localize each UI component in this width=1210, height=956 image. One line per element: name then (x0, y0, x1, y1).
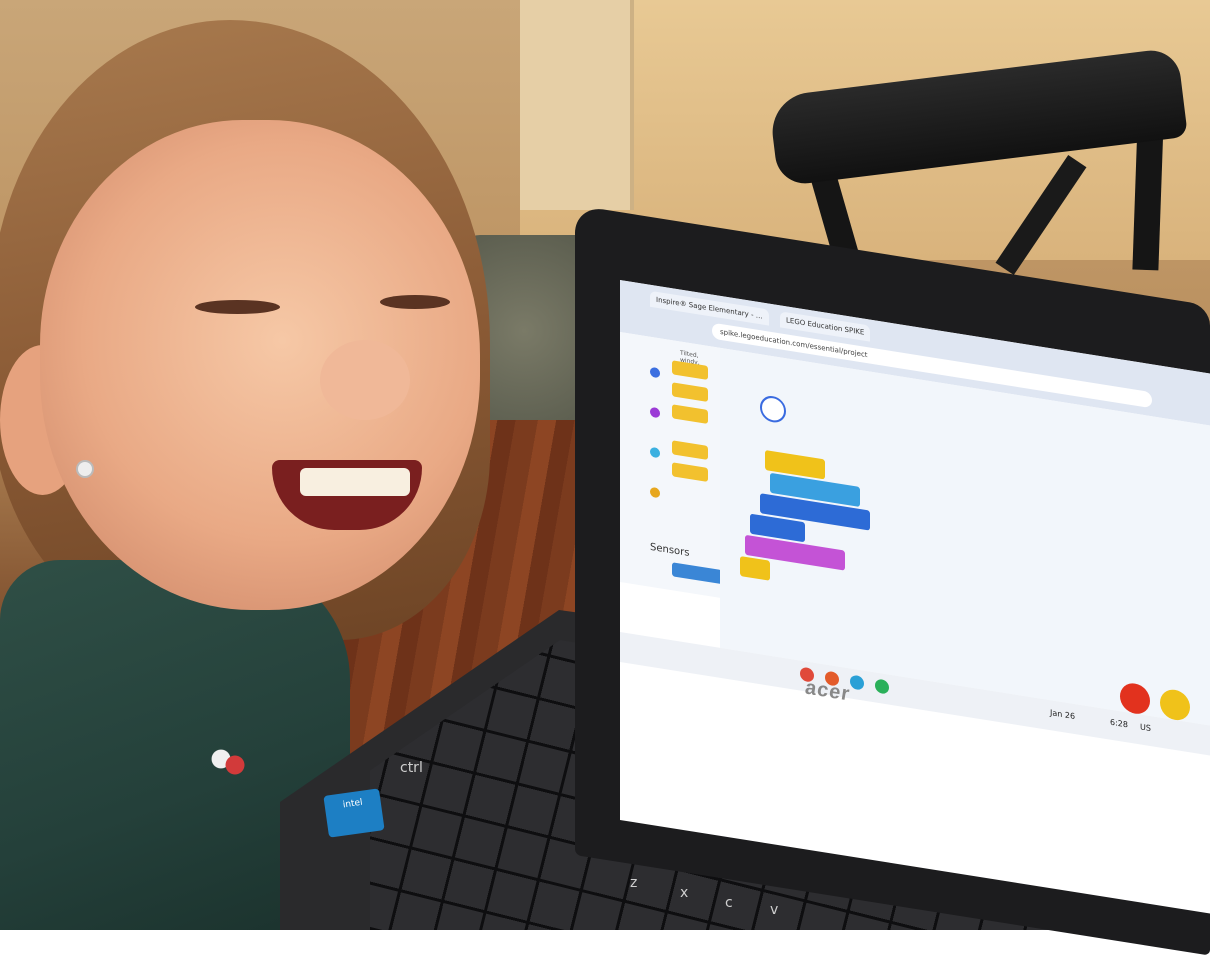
palette-heading: Sensors (650, 541, 690, 560)
smiling-face (40, 120, 480, 610)
nose (320, 340, 410, 420)
block-palette: Tilted, windy, page... Sensors (620, 332, 722, 598)
intel-sticker: intel (323, 788, 385, 838)
key[interactable]: c (725, 895, 733, 911)
category-dot[interactable] (650, 366, 660, 379)
key[interactable]: z (630, 875, 637, 891)
app-icon[interactable] (850, 674, 864, 691)
category-dot[interactable] (650, 446, 660, 459)
category-dot[interactable] (650, 406, 660, 419)
teeth (300, 468, 410, 496)
taskbar-time[interactable]: 6:28 (1110, 718, 1128, 730)
palette-block[interactable] (672, 462, 708, 482)
palette-block[interactable] (672, 404, 708, 424)
app-icon[interactable] (875, 678, 889, 695)
key[interactable]: x (680, 885, 688, 901)
embroidered-flower (200, 735, 270, 795)
palette-block[interactable] (672, 440, 708, 460)
left-eye-squinting (195, 300, 280, 314)
sensor-block[interactable] (672, 562, 722, 585)
door-frame (520, 0, 634, 210)
key[interactable]: ctrl (400, 760, 423, 776)
taskbar-date[interactable]: Jan 26 (1050, 708, 1075, 721)
taskbar-locale[interactable]: US (1140, 722, 1151, 733)
laptop-screen: Inspire® Sage Elementary - … LEGO Educat… (620, 280, 1210, 914)
device-connect-icon[interactable] (760, 394, 786, 425)
earring (78, 462, 92, 476)
code-block[interactable] (740, 556, 770, 581)
palette-block[interactable] (672, 382, 708, 402)
right-eye-squinting (380, 295, 450, 309)
key[interactable]: v (770, 902, 778, 918)
category-dot[interactable] (650, 486, 660, 499)
